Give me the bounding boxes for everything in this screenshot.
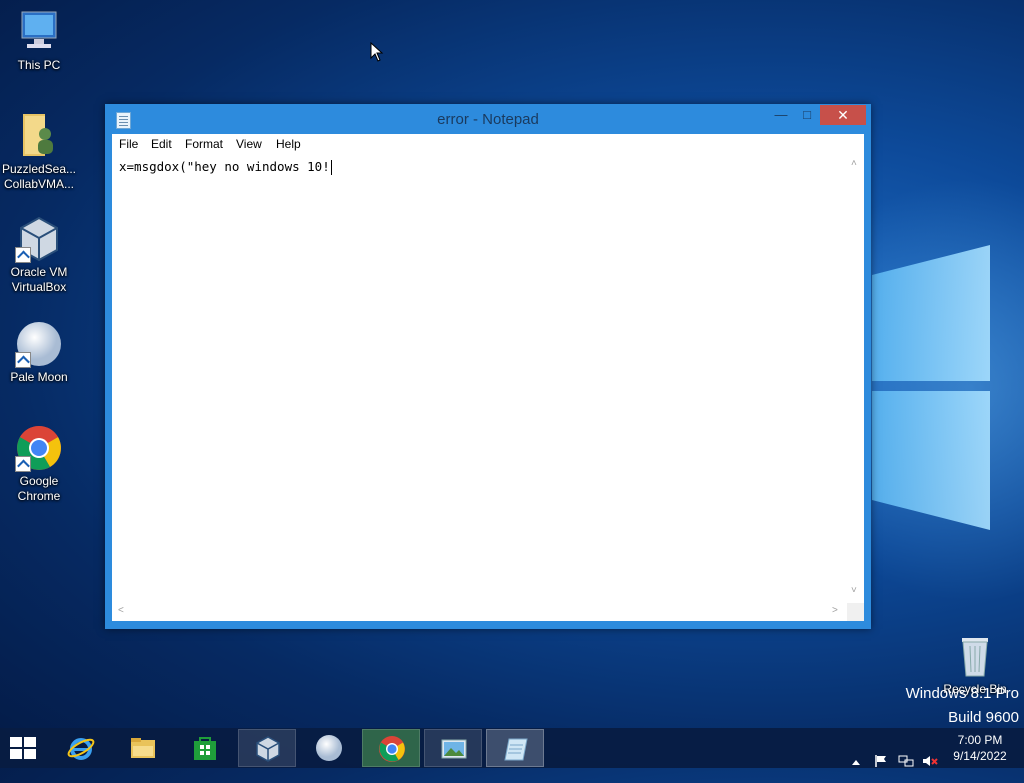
desktop-icon-pale-moon[interactable]: Pale Moon (0, 320, 79, 385)
windows-logo-wallpaper (872, 245, 990, 530)
vertical-scrollbar[interactable]: ˄ ˅ (847, 155, 864, 603)
shortcut-arrow-icon (15, 456, 31, 472)
taskbar: 7:00 PM 9/14/2022 (0, 728, 1024, 768)
desktop-icon-this-pc[interactable]: This PC (0, 8, 79, 73)
text-editor[interactable]: x=msgdox("hey no windows 10! (112, 155, 847, 603)
desktop-icon-label: This PC (17, 58, 61, 72)
title-bar[interactable]: error - Notepad — □ ✕ (105, 104, 871, 134)
horizontal-scrollbar[interactable]: < > (112, 603, 847, 621)
desktop-icon-puzzled-folder[interactable]: PuzzledSea... CollabVMA... (0, 112, 79, 192)
menu-format[interactable]: Format (185, 137, 223, 151)
notepad-client-area: File Edit Format View Help x=msgdox("hey… (112, 134, 864, 621)
pale-moon-icon (316, 735, 342, 761)
system-clock[interactable]: 7:00 PM 9/14/2022 (945, 732, 1015, 764)
desktop-icon-label: Oracle VM VirtualBox (10, 265, 68, 294)
store-icon (194, 737, 216, 760)
shortcut-arrow-icon (15, 247, 31, 263)
shortcut-arrow-icon (15, 352, 31, 368)
menu-bar: File Edit Format View Help (112, 134, 864, 156)
taskbar-google-chrome[interactable] (362, 729, 420, 767)
internet-explorer-icon (67, 738, 95, 760)
scrollbar-corner (847, 603, 864, 621)
scroll-right-arrow-icon[interactable]: > (832, 605, 838, 616)
menu-help[interactable]: Help (276, 137, 301, 151)
desktop-icon-label: Google Chrome (17, 474, 61, 503)
text-caret (330, 160, 332, 175)
folder-icon (131, 738, 155, 758)
notepad-icon (504, 738, 528, 761)
desktop-icon-label: PuzzledSea... CollabVMA... (1, 162, 77, 191)
mouse-cursor-icon (370, 42, 384, 62)
os-watermark-build: Build 9600 (948, 709, 1019, 726)
photo-viewer-icon (441, 739, 467, 759)
desktop-icon-virtualbox[interactable]: Oracle VM VirtualBox (0, 215, 79, 295)
menu-view[interactable]: View (236, 137, 262, 151)
virtualbox-icon (15, 215, 63, 263)
taskbar-file-explorer[interactable] (114, 729, 172, 767)
maximize-button[interactable]: □ (794, 105, 820, 125)
clock-date: 9/14/2022 (953, 749, 1007, 763)
editor-content: x=msgdox("hey no windows 10! (119, 159, 330, 174)
network-icon[interactable] (898, 741, 914, 781)
taskbar-virtualbox[interactable] (238, 729, 296, 767)
scroll-left-arrow-icon[interactable]: < (118, 605, 124, 616)
taskbar-internet-explorer[interactable] (52, 729, 110, 767)
minimize-button[interactable]: — (768, 105, 794, 125)
taskbar-pale-moon[interactable] (300, 729, 358, 767)
clock-time: 7:00 PM (957, 733, 1003, 747)
menu-edit[interactable]: Edit (151, 137, 172, 151)
taskbar-notepad[interactable] (486, 729, 544, 767)
desktop-icon-google-chrome[interactable]: Google Chrome (0, 424, 79, 504)
windows-logo-icon (10, 737, 22, 747)
menu-file[interactable]: File (119, 137, 138, 151)
window-title: error - Notepad (437, 111, 539, 128)
recycle-bin-icon (951, 632, 999, 680)
start-button[interactable] (10, 737, 38, 759)
virtualbox-icon (256, 736, 280, 762)
user-folder-icon (15, 112, 63, 160)
close-button[interactable]: ✕ (820, 105, 866, 125)
scroll-down-arrow-icon[interactable]: ˅ (851, 585, 857, 596)
computer-icon (15, 8, 63, 56)
show-hidden-icons-icon[interactable] (851, 743, 861, 783)
taskbar-photos[interactable] (424, 729, 482, 767)
chrome-icon (15, 424, 63, 472)
volume-muted-icon[interactable] (922, 741, 938, 781)
os-watermark-edition: Windows 8.1 Pro (905, 685, 1019, 702)
action-center-flag-icon[interactable] (874, 741, 888, 781)
scroll-up-arrow-icon[interactable]: ˄ (851, 158, 857, 169)
chrome-icon (379, 736, 405, 762)
taskbar-store[interactable] (176, 729, 234, 767)
notepad-window[interactable]: error - Notepad — □ ✕ File Edit Format V… (105, 104, 871, 629)
desktop-icon-label: Pale Moon (10, 370, 68, 384)
pale-moon-icon (15, 320, 63, 368)
